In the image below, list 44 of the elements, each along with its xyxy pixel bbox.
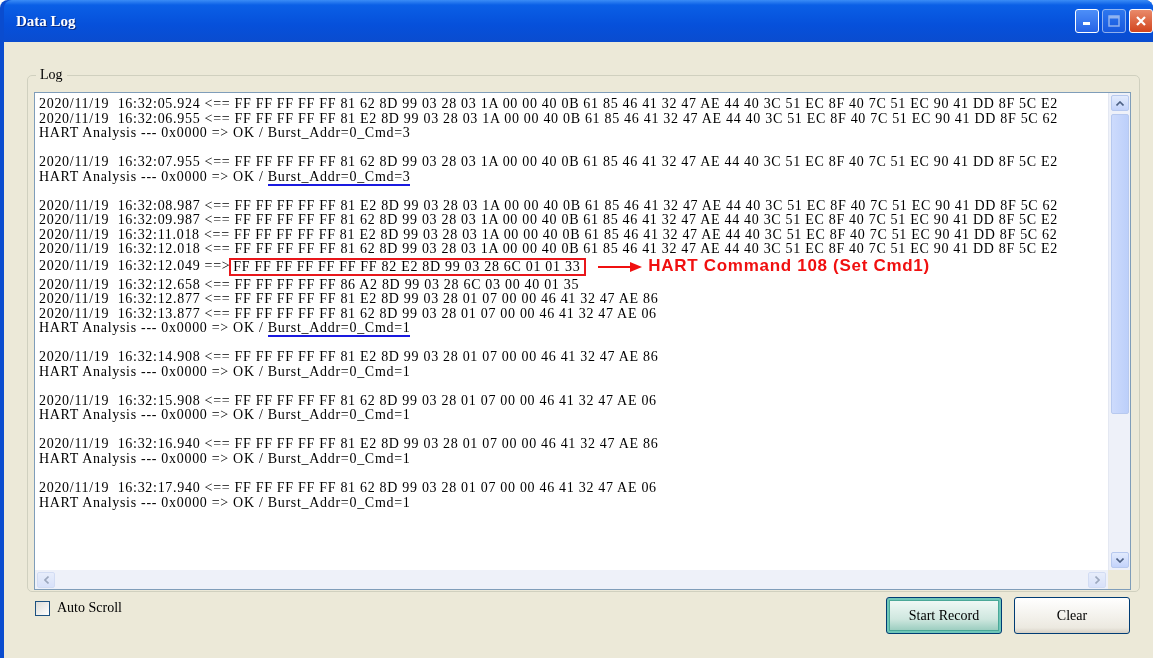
log-line: 2020/11/19 16:32:16.940 <== FF FF FF FF FF 81 E2 8D 99 03 28 01 07 00 00 46 41 32 47 AE 86	[39, 437, 659, 452]
group-label: Log	[39, 67, 64, 83]
checkbox-label: Auto Scroll	[57, 600, 122, 616]
log-line: 2020/11/19 16:32:12.049 ==>	[39, 259, 231, 274]
log-line: HART Analysis --- 0x0000 => OK / Burst_Addr=0_Cmd=1	[39, 495, 411, 511]
minimize-button[interactable]	[1075, 9, 1099, 33]
highlight-box: FF FF FF FF FF FF FF 82 E2 8D 99 03 28 6C 01 01 33	[229, 257, 587, 276]
start-record-button[interactable]: Start Record	[886, 597, 1002, 634]
scroll-thumb[interactable]	[1110, 114, 1129, 414]
log-line: 2020/11/19 16:32:12.877 <== FF FF FF FF FF 81 E2 8D 99 03 28 01 07 00 00 46 41 32 47 AE 86	[39, 292, 659, 307]
log-line: HART Analysis --- 0x0000 => OK / Burst_Addr=0_Cmd=1	[39, 408, 411, 423]
maximize-button[interactable]	[1102, 9, 1126, 33]
log-line: 2020/11/19 16:32:06.955 <== FF FF FF FF FF 81 E2 8D 99 03 28 03 1A 00 00 40 0B 61 85 46 41 32 47 AE 44 40 3C 51 EC 8F 40 7C 51 EC 90 41 DD 8F 5C 62	[39, 111, 1058, 126]
log-line: 2020/11/19 16:32:12.658 <== FF FF FF FF FF 86 A2 8D 99 03 28 6C 03 00 40 01 35	[39, 277, 580, 293]
log-line: HART Analysis --- 0x0000 => OK / Burst_Addr=0_Cmd=3	[39, 169, 411, 185]
log-line: 2020/11/19 16:32:12.018 <== FF FF FF FF FF 81 62 8D 99 03 28 03 1A 00 00 40 0B 61 85 46 41 32 47 AE 44 40 3C 51 EC 8F 40 7C 51 EC 90 41 DD 8F 5C E2	[39, 242, 1058, 257]
scroll-left-button[interactable]	[37, 571, 55, 588]
close-button[interactable]	[1129, 9, 1153, 33]
horizontal-scrollbar[interactable]	[35, 570, 1108, 589]
scroll-down-button[interactable]	[1110, 552, 1129, 568]
maximize-icon	[1108, 15, 1120, 27]
log-line: 2020/11/19 16:32:11.018 <== FF FF FF FF FF 81 E2 8D 99 03 28 03 1A 00 00 40 0B 61 85 46 41 32 47 AE 44 40 3C 51 EC 8F 40 7C 51 EC 90 41 DD 8F 5C 62	[39, 227, 1058, 243]
log-line: HART Analysis --- 0x0000 => OK / Burst_Addr=0_Cmd=1	[39, 451, 411, 467]
log-line: 2020/11/19 16:32:08.987 <== FF FF FF FF FF 81 E2 8D 99 03 28 03 1A 00 00 40 0B 61 85 46 41 32 47 AE 44 40 3C 51 EC 8F 40 7C 51 EC 90 41 DD 8F 5C 62	[39, 198, 1058, 214]
auto-scroll-checkbox[interactable]	[35, 600, 50, 616]
annotation-label: HART Command 108 (Set Cmd1)	[648, 259, 930, 274]
arrow-icon	[598, 261, 643, 272]
clear-button[interactable]: Clear	[1014, 597, 1130, 634]
vertical-scrollbar[interactable]	[1108, 93, 1130, 570]
log-line: 2020/11/19 16:32:13.877 <== FF FF FF FF FF 81 62 8D 99 03 28 01 07 00 00 46 41 32 47 AE 06	[39, 306, 657, 322]
log-line: 2020/11/19 16:32:09.987 <== FF FF FF FF FF 81 62 8D 99 03 28 03 1A 00 00 40 0B 61 85 46 41 32 47 AE 44 40 3C 51 EC 8F 40 7C 51 EC 90 41 DD 8F 5C E2	[39, 213, 1058, 228]
scroll-right-button[interactable]	[1088, 571, 1106, 588]
log-line: HART Analysis --- 0x0000 => OK / Burst_Addr=0_Cmd=1	[39, 321, 411, 336]
close-icon	[1135, 15, 1147, 27]
scroll-up-button[interactable]	[1110, 95, 1129, 111]
window-title: Data Log	[16, 12, 77, 30]
log-line: 2020/11/19 16:32:05.924 <== FF FF FF FF FF 81 62 8D 99 03 28 03 1A 00 00 40 0B 61 85 46 41 32 47 AE 44 40 3C 51 EC 8F 40 7C 51 EC 90 41 DD 8F 5C E2	[39, 97, 1058, 112]
log-line: 2020/11/19 16:32:07.955 <== FF FF FF FF FF 81 62 8D 99 03 28 03 1A 00 00 40 0B 61 85 46 41 32 47 AE 44 40 3C 51 EC 8F 40 7C 51 EC 90 41 DD 8F 5C E2	[39, 155, 1058, 170]
log-line: 2020/11/19 16:32:17.940 <== FF FF FF FF FF 81 62 8D 99 03 28 01 07 00 00 46 41 32 47 AE 06	[39, 481, 657, 496]
log-line: HART Analysis --- 0x0000 => OK / Burst_Addr=0_Cmd=3	[39, 126, 411, 141]
scrollbar-corner	[1108, 570, 1130, 589]
log-line: HART Analysis --- 0x0000 => OK / Burst_Addr=0_Cmd=1	[39, 364, 411, 380]
log-line: 2020/11/19 16:32:14.908 <== FF FF FF FF FF 81 E2 8D 99 03 28 01 07 00 00 46 41 32 47 AE 86	[39, 350, 659, 365]
log-line: 2020/11/19 16:32:15.908 <== FF FF FF FF FF 81 62 8D 99 03 28 01 07 00 00 46 41 32 47 AE 06	[39, 393, 657, 409]
